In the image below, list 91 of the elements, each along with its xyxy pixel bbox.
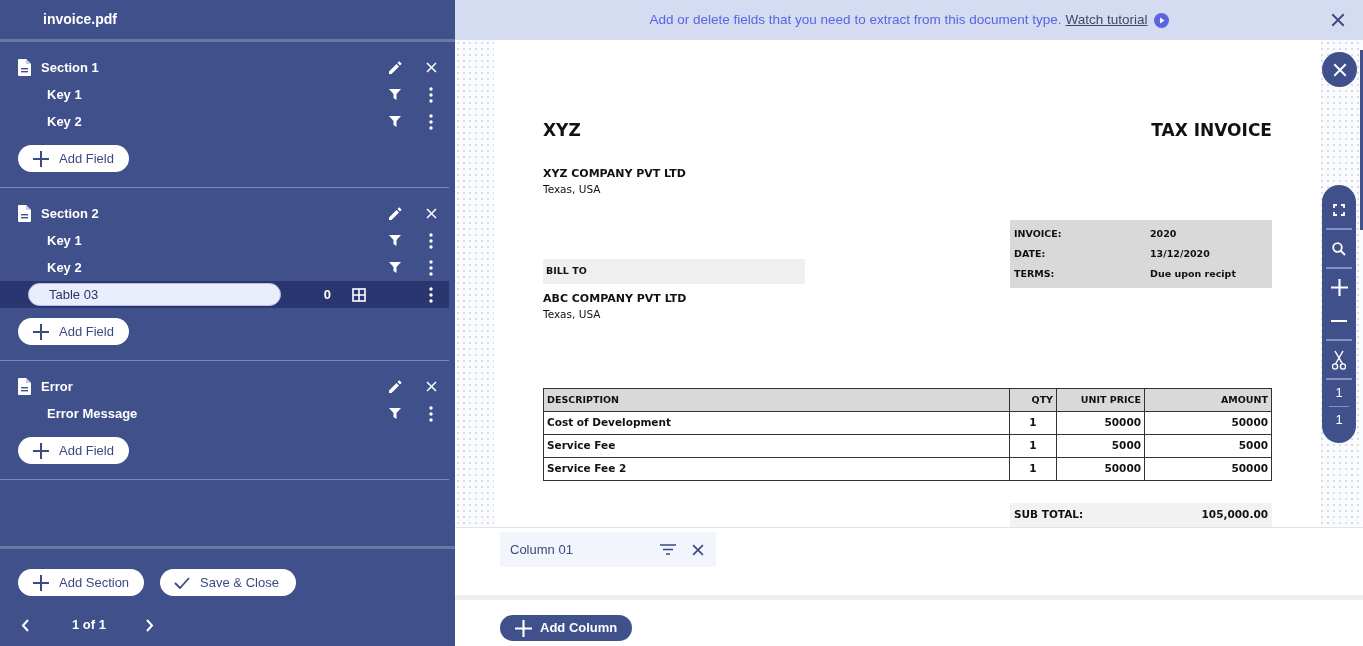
table-cell: 50000 bbox=[1144, 457, 1272, 481]
customer-address: Texas, USA bbox=[543, 307, 602, 323]
add-section-button[interactable]: Add Section bbox=[18, 569, 145, 596]
document-title: TAX INVOICE bbox=[1151, 119, 1272, 142]
column-header: AMOUNT bbox=[1144, 388, 1272, 412]
close-viewer-button[interactable] bbox=[1322, 52, 1357, 87]
scrollbar-thumb[interactable] bbox=[1360, 50, 1363, 230]
document-icon bbox=[18, 378, 31, 395]
filter-icon[interactable] bbox=[389, 262, 401, 273]
more-icon[interactable] bbox=[429, 232, 433, 249]
table-cell: Service Fee 2 bbox=[543, 457, 1010, 481]
customer-name: ABC COMPANY PVT LTD bbox=[543, 290, 688, 307]
plus-icon bbox=[33, 150, 49, 167]
field-label: Key 2 bbox=[47, 112, 83, 131]
close-icon[interactable] bbox=[692, 543, 704, 556]
add-field-button[interactable]: Add Field bbox=[18, 318, 129, 345]
info-label: TERMS: bbox=[1014, 266, 1056, 281]
company-address: Texas, USA bbox=[543, 182, 601, 197]
field-label: Key 1 bbox=[47, 85, 83, 104]
company-name: XYZ COMPANY PVT LTD bbox=[543, 165, 686, 182]
table-cell: 50000 bbox=[1144, 411, 1272, 435]
table-cell: Service Fee bbox=[543, 434, 1010, 458]
info-value: 2020 bbox=[1150, 226, 1177, 241]
edit-icon[interactable] bbox=[388, 207, 402, 220]
close-icon bbox=[1332, 62, 1347, 77]
bill-to-label: BILL TO bbox=[546, 264, 587, 279]
table-cell: 1 bbox=[1009, 411, 1057, 435]
field-label: Error Message bbox=[47, 404, 139, 423]
edit-icon[interactable] bbox=[388, 380, 402, 393]
plus-icon bbox=[33, 442, 49, 459]
more-icon[interactable] bbox=[429, 113, 433, 130]
filter-icon[interactable] bbox=[389, 235, 401, 246]
table-cell: 50000 bbox=[1056, 411, 1145, 435]
plus-icon bbox=[515, 619, 532, 637]
field-row[interactable]: Key 2 bbox=[0, 108, 449, 135]
info-label: INVOICE: bbox=[1014, 226, 1063, 241]
column-header: UNIT PRICE bbox=[1056, 388, 1145, 412]
filter-icon[interactable] bbox=[389, 116, 401, 127]
table-cell: 1 bbox=[1009, 457, 1057, 481]
add-field-button[interactable]: Add Field bbox=[18, 145, 129, 172]
field-label: Key 1 bbox=[47, 231, 83, 250]
page-indicator: 1 of 1 bbox=[72, 616, 106, 635]
field-row[interactable]: Key 2 bbox=[0, 254, 449, 281]
info-value: 13/12/2020 bbox=[1150, 246, 1210, 261]
table-icon[interactable] bbox=[352, 287, 366, 302]
column-header: QTY bbox=[1009, 388, 1057, 412]
table-cell: 5000 bbox=[1056, 434, 1145, 458]
filter-icon[interactable] bbox=[389, 408, 401, 419]
info-label: DATE: bbox=[1014, 246, 1047, 261]
page-count: 1 bbox=[1335, 411, 1343, 430]
table-cell: 5000 bbox=[1144, 434, 1272, 458]
field-row[interactable]: Table 03 0 bbox=[0, 281, 449, 308]
section-title: Section 1 bbox=[41, 58, 100, 77]
column-label: Column 01 bbox=[510, 540, 574, 559]
field-row[interactable]: Key 1 bbox=[0, 81, 449, 108]
more-icon[interactable] bbox=[429, 405, 433, 422]
edit-icon[interactable] bbox=[388, 61, 402, 74]
add-field-button[interactable]: Add Field bbox=[18, 437, 129, 464]
play-icon[interactable] bbox=[1153, 12, 1169, 28]
banner-text: Add or delete fields that you need to extract from this document type. bbox=[649, 10, 1062, 29]
more-icon[interactable] bbox=[429, 86, 433, 103]
filter-icon[interactable] bbox=[660, 544, 676, 555]
save-close-button[interactable]: Save & Close bbox=[160, 569, 296, 596]
page-number: 1 bbox=[1335, 384, 1343, 403]
section-title: Section 2 bbox=[41, 204, 100, 223]
field-label: Key 2 bbox=[47, 258, 83, 277]
section-title: Error bbox=[41, 377, 74, 396]
table-cell: Cost of Development bbox=[543, 411, 1010, 435]
table-name-input[interactable]: Table 03 bbox=[28, 283, 281, 306]
subtotal-label: SUB TOTAL: bbox=[1014, 507, 1084, 522]
filter-icon[interactable] bbox=[389, 89, 401, 100]
plus-icon bbox=[33, 574, 49, 591]
field-row[interactable]: Key 1 bbox=[0, 227, 449, 254]
file-name: invoice.pdf bbox=[43, 10, 117, 29]
field-count: 0 bbox=[322, 285, 331, 304]
add-column-button[interactable]: Add Column bbox=[500, 615, 633, 641]
table-cell: 50000 bbox=[1056, 457, 1145, 481]
more-icon[interactable] bbox=[429, 259, 433, 276]
info-value: Due upon recipt bbox=[1150, 266, 1236, 281]
table-cell: 1 bbox=[1009, 434, 1057, 458]
column-header: DESCRIPTION bbox=[543, 388, 1010, 412]
document-title: XYZ bbox=[543, 119, 581, 142]
subtotal-value: 105,000.00 bbox=[1201, 507, 1268, 522]
document-icon bbox=[18, 205, 31, 222]
plus-icon bbox=[33, 323, 49, 340]
check-icon bbox=[174, 576, 191, 589]
next-icon[interactable] bbox=[145, 618, 154, 632]
field-row[interactable]: Error Message bbox=[0, 400, 449, 427]
tutorial-link[interactable]: Watch tutorial bbox=[1065, 9, 1148, 31]
more-icon[interactable] bbox=[429, 286, 433, 303]
document-icon bbox=[18, 59, 31, 76]
